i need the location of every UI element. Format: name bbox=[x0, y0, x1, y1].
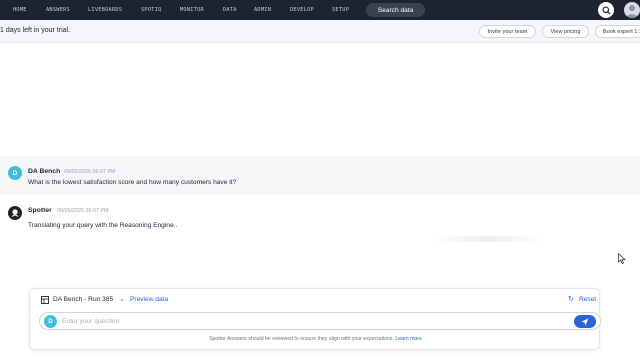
composer-avatar: D bbox=[44, 315, 57, 328]
mouse-cursor-icon bbox=[618, 253, 626, 264]
user-message-timestamp: 09/05/2025 06:07 PM bbox=[64, 169, 116, 175]
loading-shimmer bbox=[430, 236, 545, 242]
book-expert-button[interactable]: Book expert 1:1 bbox=[595, 25, 640, 38]
top-nav: HOME ANSWERS LIVEBOARDS SPOTIQ MONITOR D… bbox=[0, 0, 640, 20]
user-avatar[interactable] bbox=[624, 2, 640, 18]
spotter-logo-icon bbox=[8, 206, 22, 220]
reset-button[interactable]: Reset bbox=[579, 296, 596, 303]
spotter-message-text: Translating your query with the Reasonin… bbox=[28, 222, 178, 229]
user-message: D DA Bench 09/05/2025 06:07 PM What is t… bbox=[0, 156, 640, 195]
view-pricing-button[interactable]: View pricing bbox=[542, 25, 589, 38]
nav-home[interactable]: HOME bbox=[13, 7, 27, 13]
preview-data-link[interactable]: Preview data bbox=[130, 296, 168, 303]
nav-liveboards[interactable]: LIVEBOARDS bbox=[88, 7, 122, 13]
nav-data[interactable]: DATA bbox=[223, 7, 237, 13]
question-input[interactable] bbox=[62, 316, 542, 327]
search-icon[interactable] bbox=[598, 2, 614, 18]
query-composer: DA Bench - Run 385 ⌄ Preview data ↻ Rese… bbox=[29, 288, 601, 350]
reset-icon[interactable]: ↻ bbox=[568, 295, 574, 303]
trial-banner: 1 days left in your trial. Invite your t… bbox=[0, 20, 640, 43]
question-input-box[interactable]: D bbox=[39, 312, 601, 330]
nav-spotiq[interactable]: SPOTIQ bbox=[141, 7, 162, 13]
table-icon bbox=[41, 296, 49, 304]
spotter-message-timestamp: 09/05/2025 06:07 PM bbox=[57, 208, 109, 214]
invite-team-button[interactable]: Invite your team bbox=[479, 25, 536, 38]
learn-more-link[interactable]: Learn more bbox=[395, 336, 422, 342]
nav-answers[interactable]: ANSWERS bbox=[46, 7, 70, 13]
user-message-text: What is the lowest satisfaction score an… bbox=[28, 179, 237, 186]
spotter-message-sender: Spotter bbox=[28, 207, 52, 214]
user-message-sender: DA Bench bbox=[28, 168, 61, 175]
search-data-button[interactable]: Search data bbox=[366, 3, 425, 17]
nav-admin[interactable]: ADMIN bbox=[254, 7, 271, 13]
send-button[interactable] bbox=[574, 315, 596, 328]
disclaimer-text: Spotter Answers should be reviewed to en… bbox=[209, 336, 394, 342]
send-icon bbox=[581, 318, 589, 325]
nav-monitor[interactable]: MONITOR bbox=[180, 7, 204, 13]
datasource-name[interactable]: DA Bench - Run 385 bbox=[53, 296, 113, 303]
disclaimer: Spotter Answers should be reviewed to en… bbox=[30, 336, 601, 342]
chevron-down-icon[interactable]: ⌄ bbox=[119, 295, 125, 303]
nav-setup[interactable]: SETUP bbox=[332, 7, 349, 13]
nav-develop[interactable]: DEVELOP bbox=[290, 7, 314, 13]
trial-message: 1 days left in your trial. bbox=[0, 27, 71, 34]
user-message-avatar: D bbox=[8, 166, 22, 180]
